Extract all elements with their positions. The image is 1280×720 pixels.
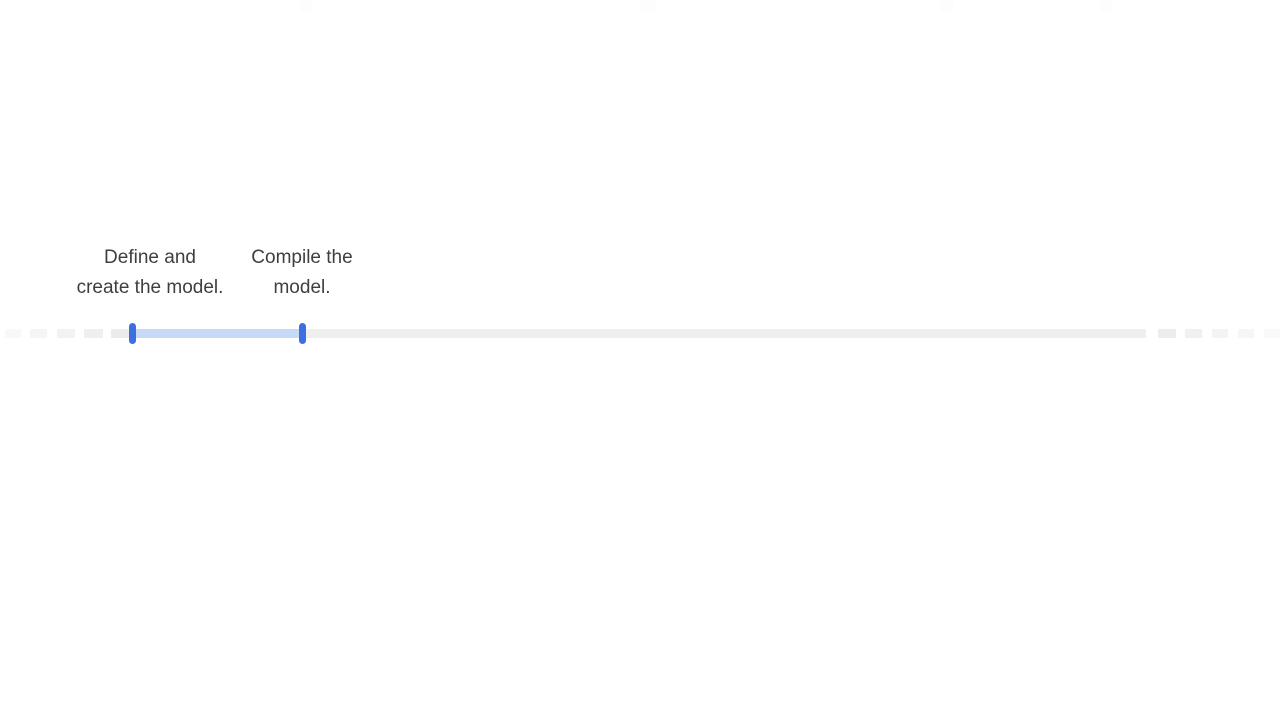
slider-selected-range-fill[interactable] xyxy=(132,329,302,338)
slider-track-dash-trailing xyxy=(1264,329,1280,338)
slider-track-dash-trailing xyxy=(1158,329,1176,338)
top-edge-artifact xyxy=(640,0,656,12)
timeline-stage-label: Compile the model. xyxy=(251,247,353,298)
top-edge-artifact xyxy=(1100,0,1112,12)
training-step-range-slider[interactable] xyxy=(0,323,1280,344)
slider-track-dash-leading xyxy=(30,329,47,338)
slider-track-dash-leading xyxy=(84,329,103,338)
slider-track-dash-leading xyxy=(57,329,75,338)
top-edge-artifact xyxy=(940,0,954,12)
timeline-stage-labels: Define and create the model. Compile the … xyxy=(0,243,1280,305)
range-handle-end[interactable] xyxy=(298,323,306,344)
slider-track-dash-trailing xyxy=(1185,329,1202,338)
range-handle-start[interactable] xyxy=(128,323,136,344)
slider-track-dash-trailing xyxy=(1212,329,1228,338)
top-edge-artifact xyxy=(300,0,312,12)
top-edge-artifacts xyxy=(0,0,1280,14)
slider-track-dash-trailing xyxy=(1238,329,1254,338)
slider-track-remaining[interactable] xyxy=(302,329,1146,338)
slider-track-dash-leading xyxy=(5,329,21,338)
